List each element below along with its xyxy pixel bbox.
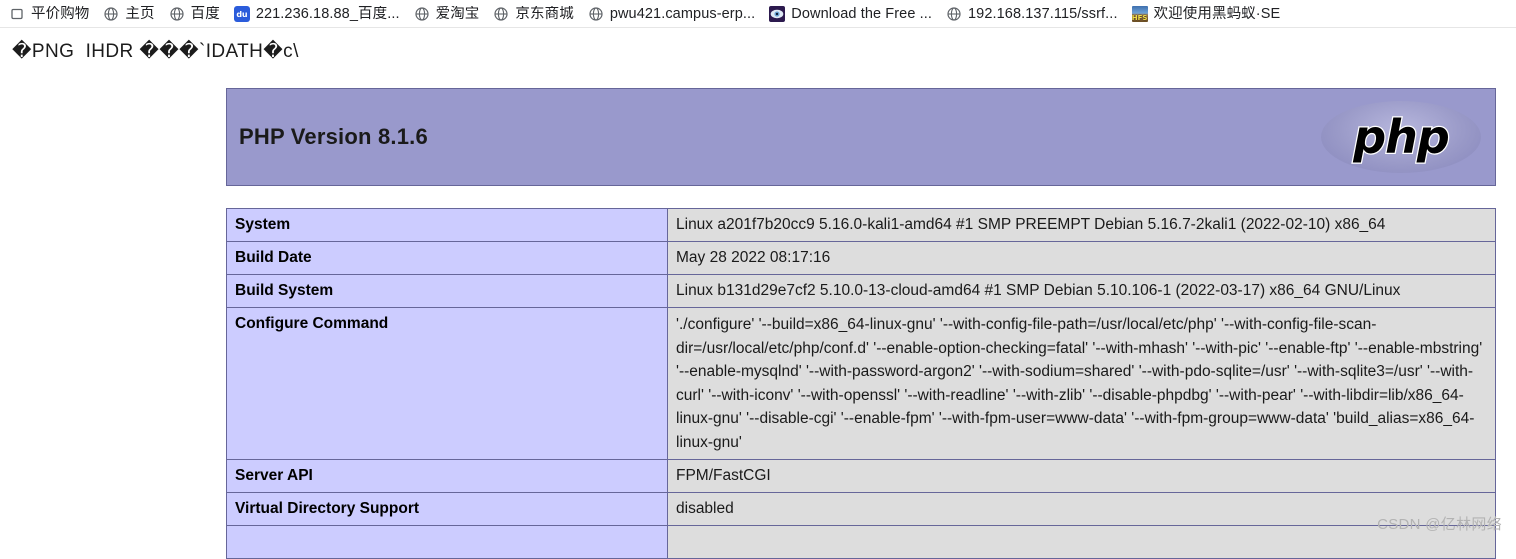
table-row-partial xyxy=(226,525,1496,559)
globe-icon xyxy=(169,6,185,22)
globe-icon xyxy=(588,6,604,22)
table-cell-value xyxy=(667,525,1496,559)
csdn-watermark: CSDN @亿林网络 xyxy=(1377,516,1502,533)
bookmark-outline-icon xyxy=(9,6,25,22)
bookmark-item-download-the-free[interactable]: Download the Free ... xyxy=(762,4,939,24)
table-row: Server API FPM/FastCGI xyxy=(226,459,1496,493)
bookmark-item-aitaobao[interactable]: 爱淘宝 xyxy=(407,4,487,24)
bookmark-label: 爱淘宝 xyxy=(435,5,480,22)
table-cell-label: System xyxy=(226,208,668,242)
table-cell-value: disabled xyxy=(667,492,1496,526)
table-cell-value: Linux a201f7b20cc9 5.16.0-kali1-amd64 #1… xyxy=(667,208,1496,242)
phpinfo-header: PHP Version 8.1.6 php xyxy=(226,88,1496,186)
bookmark-label: 欢迎使用黑蚂蚁·SE xyxy=(1153,5,1281,22)
php-version-title: PHP Version 8.1.6 xyxy=(239,124,428,149)
table-cell-value: May 28 2022 08:17:16 xyxy=(667,241,1496,275)
table-cell-label: Configure Command xyxy=(226,307,668,460)
bookmark-label: 192.168.137.115/ssrf... xyxy=(968,5,1118,22)
bookmark-label: 221.236.18.88_百度... xyxy=(255,5,400,22)
bookmark-item-campus-erp[interactable]: pwu421.campus-erp... xyxy=(581,4,762,24)
bookmark-label: 平价购物 xyxy=(31,5,90,22)
hfs-icon: HFS xyxy=(1131,5,1148,22)
bookmark-label: 主页 xyxy=(125,5,155,22)
bookmark-item-baidu[interactable]: 百度 xyxy=(162,4,227,24)
table-cell-value: FPM/FastCGI xyxy=(667,459,1496,493)
globe-icon xyxy=(493,6,509,22)
table-cell-label: Build System xyxy=(226,274,668,308)
bookmark-label: 京东商城 xyxy=(515,5,574,22)
phpinfo-table: System Linux a201f7b20cc9 5.16.0-kali1-a… xyxy=(226,208,1496,559)
eye-icon xyxy=(769,5,786,22)
bookmark-item-hfs[interactable]: HFS 欢迎使用黑蚂蚁·SE xyxy=(1125,4,1288,24)
bookmark-item-jingdong[interactable]: 京东商城 xyxy=(486,4,580,24)
table-cell-value: './configure' '--build=x86_64-linux-gnu'… xyxy=(667,307,1496,460)
baidu-icon: du xyxy=(233,5,250,22)
phpinfo-panel: PHP Version 8.1.6 php System Linux a201f… xyxy=(226,88,1496,559)
bookmarks-bar: 平价购物 主页 百度 du 221.236.18.88_百度... 爱淘宝 京东… xyxy=(0,0,1516,28)
php-logo: php xyxy=(1321,95,1481,179)
php-logo-text: php xyxy=(1352,110,1451,164)
table-cell-label: Build Date xyxy=(226,241,668,275)
bookmark-item-home[interactable]: 主页 xyxy=(96,4,161,24)
table-row: Configure Command './configure' '--build… xyxy=(226,307,1496,460)
bookmark-label: pwu421.campus-erp... xyxy=(609,5,756,22)
globe-icon xyxy=(946,6,962,22)
table-row: Build System Linux b131d29e7cf2 5.10.0-1… xyxy=(226,274,1496,308)
table-cell-label: Virtual Directory Support xyxy=(226,492,668,526)
table-cell-label xyxy=(226,525,668,559)
table-cell-label: Server API xyxy=(226,459,668,493)
bookmark-item-pingjiagouwu[interactable]: 平价购物 xyxy=(2,4,96,24)
globe-icon xyxy=(414,6,430,22)
bookmark-label: Download the Free ... xyxy=(791,5,933,22)
globe-icon xyxy=(103,6,119,22)
bookmark-item-ssrf[interactable]: 192.168.137.115/ssrf... xyxy=(939,4,1125,24)
bookmark-item-221-236-18-88[interactable]: du 221.236.18.88_百度... xyxy=(227,4,407,24)
table-cell-value: Linux b131d29e7cf2 5.10.0-13-cloud-amd64… xyxy=(667,274,1496,308)
bookmark-label: 百度 xyxy=(190,5,220,22)
table-row: Build Date May 28 2022 08:17:16 xyxy=(226,241,1496,275)
png-garbled-text: �PNG IHDR ���`IDATH�c\ xyxy=(12,41,299,62)
table-row: Virtual Directory Support disabled xyxy=(226,492,1496,526)
table-row: System Linux a201f7b20cc9 5.16.0-kali1-a… xyxy=(226,208,1496,242)
